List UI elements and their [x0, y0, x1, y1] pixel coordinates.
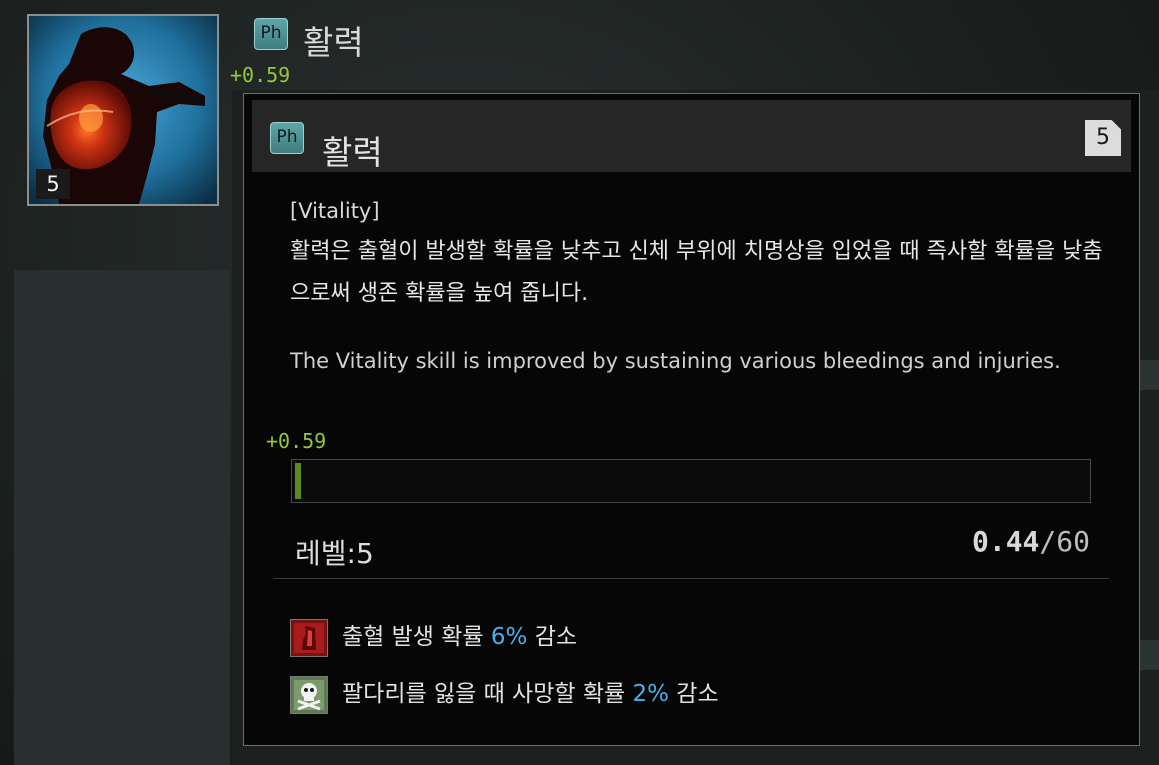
progress-current: 0.44	[971, 525, 1040, 558]
skill-effect-item: 팔다리를 잃을 때 사망할 확률 2% 감소	[290, 674, 719, 714]
divider	[273, 578, 1109, 579]
effect-text: 감소	[527, 624, 578, 650]
effect-text: 감소	[668, 681, 719, 707]
skill-effect-item: 출혈 발생 확률 6% 감소	[290, 617, 577, 657]
background-strip	[1137, 360, 1159, 390]
skill-name: 활력	[303, 23, 364, 62]
tooltip-header: Ph 활력 5	[252, 100, 1131, 172]
vitality-skill-card[interactable]: 5	[27, 14, 219, 206]
physical-category-icon: Ph	[270, 122, 304, 154]
background-panel-left	[14, 270, 230, 765]
effect-text: 출혈 발생 확률	[342, 624, 491, 650]
background-strip	[1137, 640, 1159, 670]
effect-percent: 2%	[632, 681, 669, 707]
progress-gain: +0.59	[266, 429, 327, 453]
skill-progress-value: 0.44/60	[972, 525, 1090, 558]
skull-crossbones-icon	[290, 675, 328, 714]
effect-percent: 6%	[490, 624, 528, 650]
skill-description-english: The Vitality skill is improved by sustai…	[290, 349, 1061, 373]
progress-max: /60	[1039, 525, 1090, 558]
skill-progress-bar	[291, 459, 1091, 503]
level-label: 레벨:5	[295, 537, 374, 570]
tooltip-level-badge: 5	[1085, 120, 1121, 156]
skill-english-name: [Vitality]	[290, 199, 380, 223]
effect-text: 팔다리를 잃을 때 사망할 확률	[342, 681, 633, 707]
skill-description-korean: 활력은 출혈이 발생할 확률을 낮추고 신체 부위에 치명상을 입었을 때 즉사…	[290, 239, 1103, 306]
physical-category-icon: Ph	[254, 18, 288, 50]
skill-tooltip: Ph 활력 5 [Vitality] 활력은 출혈이 발생할 확률을 낮추고 신…	[243, 93, 1140, 746]
skill-progress-fill	[295, 463, 301, 499]
skill-gain: +0.59	[230, 63, 291, 87]
bleeding-icon	[290, 618, 328, 657]
skill-level-badge: 5	[36, 169, 70, 199]
tooltip-title: 활력	[322, 133, 383, 172]
